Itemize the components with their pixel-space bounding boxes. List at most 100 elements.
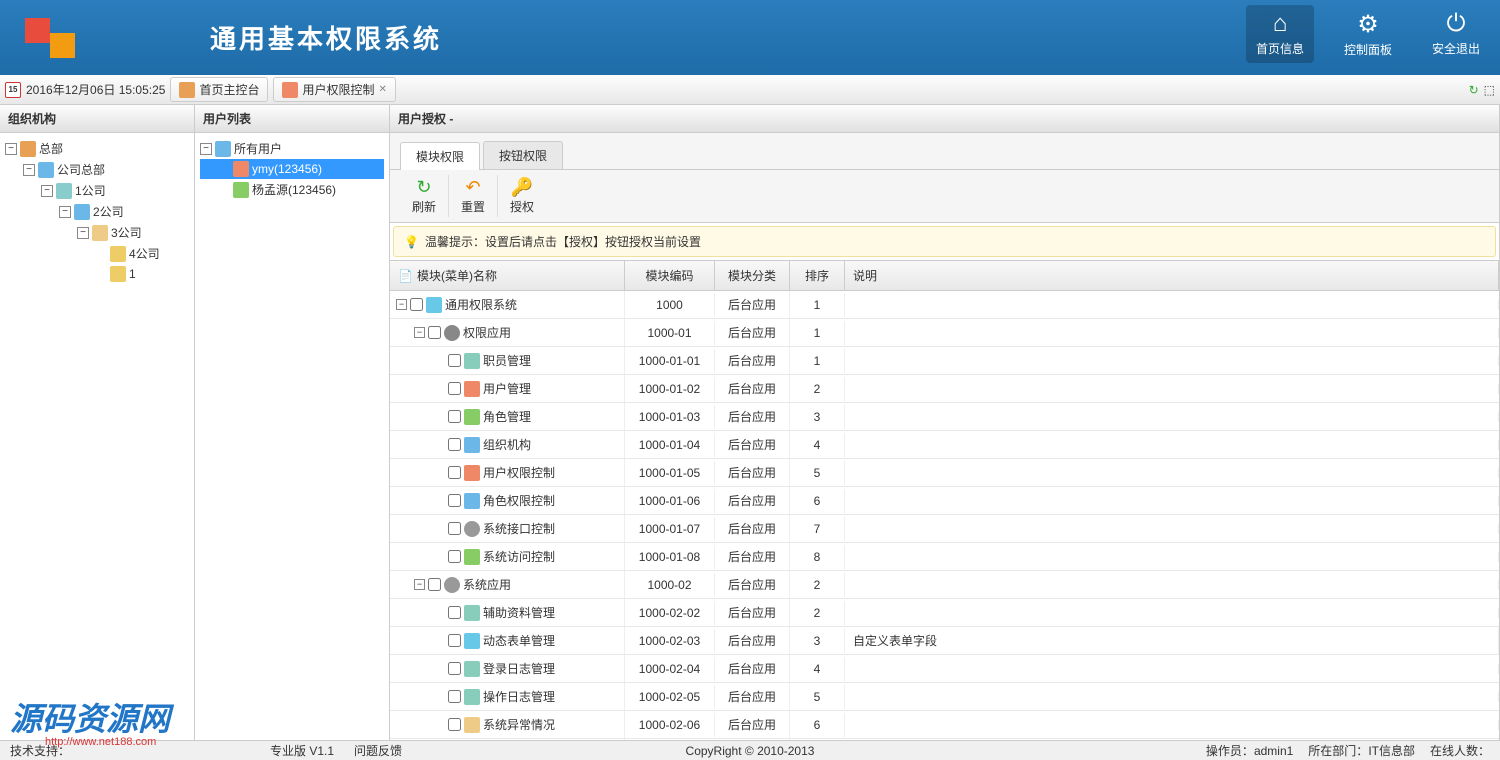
row-checkbox[interactable] bbox=[448, 382, 461, 395]
refresh-button[interactable]: ↻刷新 bbox=[400, 175, 449, 217]
table-row[interactable]: 辅助资料管理1000-02-02后台应用2 bbox=[390, 599, 1499, 627]
row-checkbox[interactable] bbox=[410, 298, 423, 311]
table-row[interactable]: 系统接口控制1000-01-07后台应用7 bbox=[390, 515, 1499, 543]
table-row[interactable]: −通用权限系统1000后台应用1 bbox=[390, 291, 1499, 319]
module-cat: 后台应用 bbox=[715, 543, 790, 570]
row-toggle[interactable]: − bbox=[414, 579, 425, 590]
row-checkbox[interactable] bbox=[448, 550, 461, 563]
col-name-header[interactable]: 📄 模块(菜单)名称 bbox=[390, 261, 625, 290]
tree-node-root[interactable]: −总部 bbox=[5, 138, 189, 159]
table-row[interactable]: −权限应用1000-01后台应用1 bbox=[390, 319, 1499, 347]
row-checkbox[interactable] bbox=[448, 438, 461, 451]
table-row[interactable]: 登录日志管理1000-02-04后台应用4 bbox=[390, 655, 1499, 683]
row-checkbox[interactable] bbox=[448, 410, 461, 423]
org-icon bbox=[38, 162, 54, 178]
module-icon bbox=[464, 437, 480, 453]
module-order: 1 bbox=[790, 349, 845, 373]
tree-node-c2[interactable]: −2公司 bbox=[5, 201, 189, 222]
module-icon bbox=[464, 493, 480, 509]
tree-toggle[interactable]: − bbox=[41, 185, 53, 197]
row-checkbox[interactable] bbox=[448, 662, 461, 675]
org-panel: 组织机构 −总部 −公司总部 −1公司 −2公司 −3公司 4公司 1 bbox=[0, 105, 195, 740]
home-icon bbox=[20, 141, 36, 157]
footer-feedback[interactable]: 问题反馈 bbox=[354, 742, 402, 759]
module-icon bbox=[426, 297, 442, 313]
nav-logout-label: 安全退出 bbox=[1432, 40, 1480, 57]
toolbar: 15 2016年12月06日 15:05:25 首页主控台 用户权限控制 ✕ ↻… bbox=[0, 75, 1500, 105]
tree-node-user1[interactable]: ymy(123456) bbox=[200, 159, 384, 179]
row-checkbox[interactable] bbox=[428, 578, 441, 591]
row-toggle[interactable]: − bbox=[396, 299, 407, 310]
col-order-header[interactable]: 排序 bbox=[790, 261, 845, 290]
module-cat: 后台应用 bbox=[715, 375, 790, 402]
module-order: 2 bbox=[790, 573, 845, 597]
tab-userauth[interactable]: 用户权限控制 ✕ bbox=[273, 77, 395, 102]
row-checkbox[interactable] bbox=[448, 522, 461, 535]
module-order: 6 bbox=[790, 713, 845, 737]
module-code: 1000-02-02 bbox=[625, 601, 715, 625]
tree-node-user2[interactable]: 杨孟源(123456) bbox=[200, 179, 384, 200]
module-order: 2 bbox=[790, 377, 845, 401]
table-row[interactable]: 用户权限控制1000-01-05后台应用5 bbox=[390, 459, 1499, 487]
tree-toggle[interactable]: − bbox=[23, 164, 35, 176]
tree-toggle[interactable]: − bbox=[59, 206, 71, 218]
module-name: 权限应用 bbox=[463, 324, 511, 341]
module-cat: 后台应用 bbox=[715, 515, 790, 542]
table-row[interactable]: 动态表单管理1000-02-03后台应用3自定义表单字段 bbox=[390, 627, 1499, 655]
tree-node-allusers[interactable]: −所有用户 bbox=[200, 138, 384, 159]
refresh-icon[interactable]: ↻ bbox=[1469, 83, 1479, 97]
module-icon bbox=[464, 717, 480, 733]
module-desc bbox=[845, 300, 1499, 310]
power-icon: ⏻ bbox=[1447, 10, 1466, 38]
tree-toggle[interactable]: − bbox=[5, 143, 17, 155]
tree-node-c5[interactable]: 1 bbox=[5, 264, 189, 284]
col-code-header[interactable]: 模块编码 bbox=[625, 261, 715, 290]
table-row[interactable]: −系统应用1000-02后台应用2 bbox=[390, 571, 1499, 599]
row-checkbox[interactable] bbox=[428, 326, 441, 339]
tab-module-perm[interactable]: 模块权限 bbox=[400, 142, 480, 170]
tree-toggle[interactable]: − bbox=[200, 143, 212, 155]
nav-control-button[interactable]: ⚙ 控制面板 bbox=[1334, 5, 1402, 63]
table-row[interactable]: 系统异常情况1000-02-06后台应用6 bbox=[390, 711, 1499, 739]
authorize-button[interactable]: 🔑授权 bbox=[498, 175, 546, 217]
tree-node-c3[interactable]: −3公司 bbox=[5, 222, 189, 243]
col-cat-header[interactable]: 模块分类 bbox=[715, 261, 790, 290]
row-checkbox[interactable] bbox=[448, 354, 461, 367]
tab-console[interactable]: 首页主控台 bbox=[170, 77, 268, 102]
tree-node-c4[interactable]: 4公司 bbox=[5, 243, 189, 264]
gear-icon: ⚙ bbox=[1357, 10, 1379, 39]
table-row[interactable]: 操作日志管理1000-02-05后台应用5 bbox=[390, 683, 1499, 711]
row-checkbox[interactable] bbox=[448, 494, 461, 507]
row-checkbox[interactable] bbox=[448, 634, 461, 647]
tree-toggle[interactable]: − bbox=[77, 227, 89, 239]
table-row[interactable]: 职员管理1000-01-01后台应用1 bbox=[390, 347, 1499, 375]
module-order: 5 bbox=[790, 461, 845, 485]
table-row[interactable]: 组织机构1000-01-04后台应用4 bbox=[390, 431, 1499, 459]
tree-node-hq[interactable]: −公司总部 bbox=[5, 159, 189, 180]
module-cat: 后台应用 bbox=[715, 571, 790, 598]
table-row[interactable]: 角色权限控制1000-01-06后台应用6 bbox=[390, 487, 1499, 515]
expand-icon[interactable]: ⬚ bbox=[1484, 83, 1495, 97]
module-desc bbox=[845, 580, 1499, 590]
module-name: 通用权限系统 bbox=[445, 296, 517, 313]
home-icon: ⌂ bbox=[1273, 10, 1288, 38]
row-checkbox[interactable] bbox=[448, 718, 461, 731]
col-desc-header[interactable]: 说明 bbox=[845, 261, 1499, 290]
module-desc bbox=[845, 440, 1499, 450]
module-order: 4 bbox=[790, 433, 845, 457]
table-row[interactable]: 用户管理1000-01-02后台应用2 bbox=[390, 375, 1499, 403]
row-checkbox[interactable] bbox=[448, 690, 461, 703]
table-row[interactable]: 系统访问控制1000-01-08后台应用8 bbox=[390, 543, 1499, 571]
row-toggle[interactable]: − bbox=[414, 327, 425, 338]
module-order: 1 bbox=[790, 293, 845, 317]
tab-button-perm[interactable]: 按钮权限 bbox=[483, 141, 563, 169]
tree-node-c1[interactable]: −1公司 bbox=[5, 180, 189, 201]
nav-home-button[interactable]: ⌂ 首页信息 bbox=[1246, 5, 1314, 63]
module-name: 组织机构 bbox=[483, 436, 531, 453]
close-icon[interactable]: ✕ bbox=[378, 84, 386, 95]
row-checkbox[interactable] bbox=[448, 606, 461, 619]
nav-logout-button[interactable]: ⏻ 安全退出 bbox=[1422, 5, 1490, 63]
table-row[interactable]: 角色管理1000-01-03后台应用3 bbox=[390, 403, 1499, 431]
reset-button[interactable]: ↶重置 bbox=[449, 175, 498, 217]
row-checkbox[interactable] bbox=[448, 466, 461, 479]
